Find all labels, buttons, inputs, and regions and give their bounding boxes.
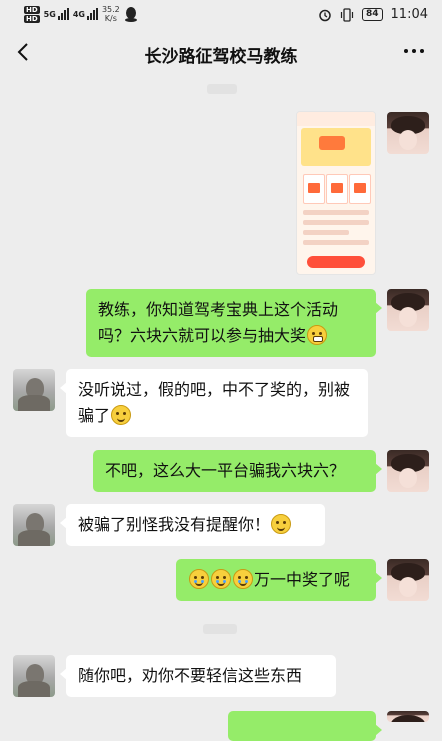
message-bubble[interactable]: 不吧，这么大一平台骗我六块六？ <box>93 450 382 492</box>
my-avatar[interactable] <box>387 559 429 601</box>
alarm-icon <box>319 9 331 21</box>
my-avatar[interactable] <box>387 112 429 154</box>
my-avatar[interactable] <box>387 711 429 722</box>
hd-indicator: HD HD <box>24 5 40 23</box>
contact-avatar[interactable] <box>13 655 55 697</box>
smile-emoji-icon <box>111 405 132 425</box>
contact-avatar[interactable] <box>13 369 55 411</box>
message-bubble[interactable]: 随你吧，劝你不要轻信这些东西 <box>60 655 336 697</box>
message-bubble[interactable]: 教练，你知道驾考宝典上这个活动吗？六块六就可以参与抽大奖 <box>86 289 382 357</box>
shared-image[interactable] <box>297 112 375 274</box>
chevron-left-icon[interactable] <box>12 40 36 64</box>
grin-emoji-icon <box>307 325 328 345</box>
network-type-4g: 4G <box>72 9 85 19</box>
signal-icon <box>57 8 69 20</box>
cry-emoji-icon <box>211 569 231 589</box>
timestamp <box>207 84 237 94</box>
vibrate-icon <box>340 7 354 22</box>
network-type-5g: 5G <box>43 9 56 19</box>
network-speed: 35.2 K/s <box>101 5 120 23</box>
contact-avatar[interactable] <box>13 504 55 546</box>
my-avatar[interactable] <box>387 450 429 492</box>
chat-header: 长沙路征驾校马教练 <box>0 30 442 76</box>
message-bubble[interactable] <box>228 711 382 741</box>
message-bubble[interactable]: 万一中奖了呢 <box>176 559 382 601</box>
chat-title: 长沙路征驾校马教练 <box>144 47 298 67</box>
battery-indicator: 84 <box>362 8 383 21</box>
smile-emoji-icon <box>271 514 292 534</box>
more-dots-icon[interactable] <box>404 49 424 53</box>
status-bar: HD HD 5G 4G 35.2 K/s 84 11:04 <box>0 0 442 30</box>
timestamp <box>203 624 237 634</box>
my-avatar[interactable] <box>387 289 429 331</box>
cry-emoji-icon <box>189 569 209 589</box>
message-bubble[interactable]: 没听说过，假的吧，中不了奖的，别被骗了 <box>60 369 368 437</box>
qq-icon <box>124 6 137 22</box>
cry-emoji-icon <box>233 569 253 589</box>
message-bubble[interactable]: 被骗了别怪我没有提醒你！ <box>60 504 325 546</box>
clock: 11:04 <box>390 7 428 22</box>
signal-icon <box>86 8 98 20</box>
